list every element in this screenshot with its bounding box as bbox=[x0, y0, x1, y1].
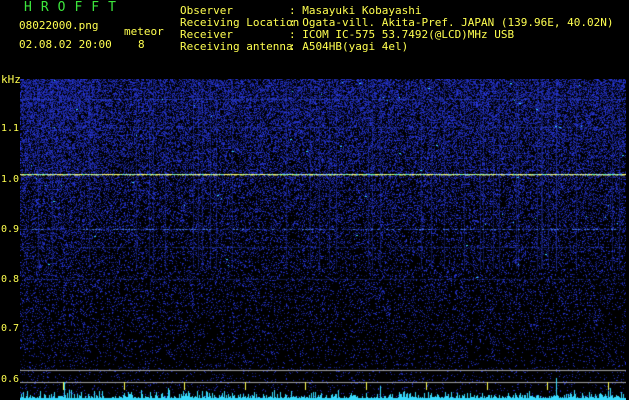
datetime-label: 02.08.02 20:00 bbox=[19, 38, 112, 51]
y-tick-label: 0.7 bbox=[1, 323, 20, 334]
antenna-label: Receiving antenna bbox=[180, 40, 293, 53]
meteor-label: meteor bbox=[124, 25, 164, 38]
app-title: HROFFT bbox=[24, 0, 125, 15]
y-tick-label: 1.0 bbox=[1, 174, 20, 185]
filename-label: 08022000.png bbox=[19, 19, 99, 32]
y-axis-unit: kHz bbox=[1, 73, 21, 86]
meteor-count: 8 bbox=[138, 38, 145, 51]
spectrogram-plot bbox=[20, 79, 626, 400]
antenna-value: : A504HB(yagi 4el) bbox=[289, 40, 409, 53]
y-tick-label: 0.9 bbox=[1, 224, 20, 235]
spectrogram-canvas bbox=[20, 79, 626, 400]
y-tick-label: 0.8 bbox=[1, 274, 20, 285]
y-tick-label: 0.6 bbox=[1, 374, 20, 385]
y-tick-label: 1.1 bbox=[1, 123, 20, 134]
